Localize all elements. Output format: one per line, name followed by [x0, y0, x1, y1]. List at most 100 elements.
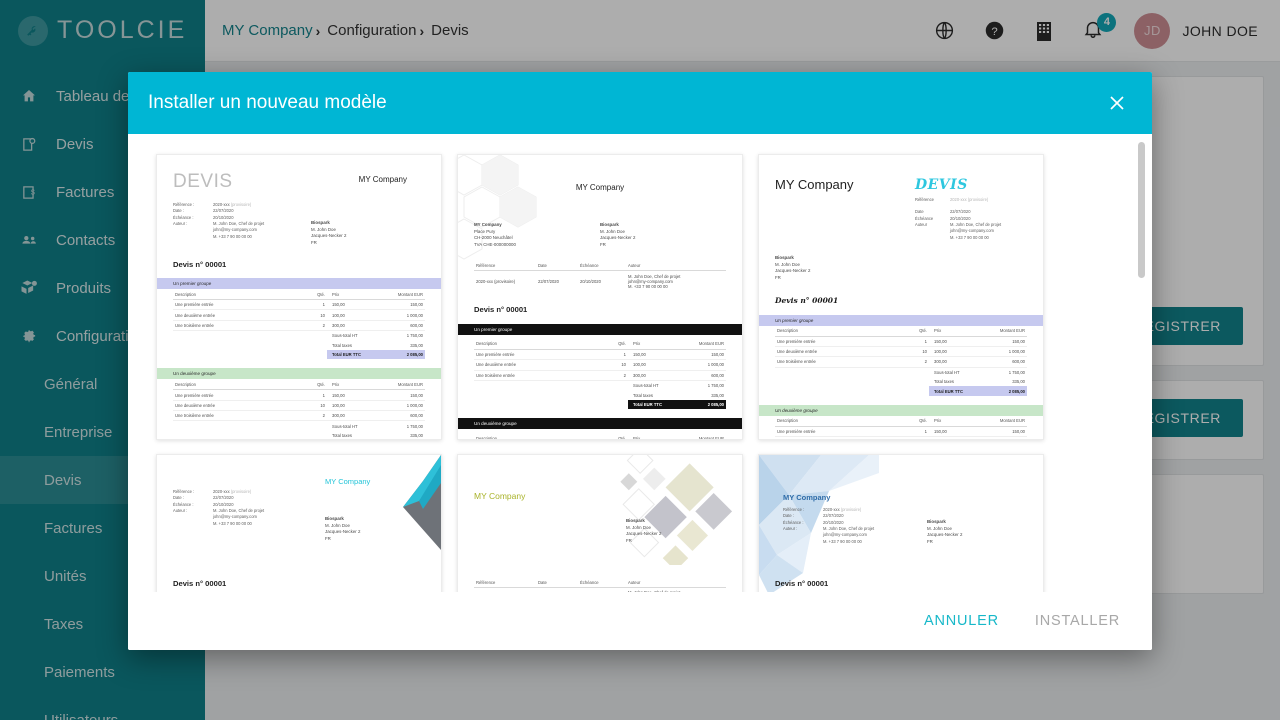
devis-number: Devis n° 00001 — [173, 260, 227, 270]
modal-header: Installer un nouveau modèle — [128, 72, 1152, 134]
modal-scrollbar[interactable] — [1138, 142, 1145, 592]
template-card-teal-corner[interactable]: Référence : Date : Échéance : Auteur : 2… — [156, 454, 442, 592]
modal-scrollbar-thumb[interactable] — [1138, 142, 1145, 278]
client-street: Jacques-Necker 2 — [775, 268, 811, 274]
col-date: Date — [536, 577, 578, 588]
meta-provisional: (provisoire) — [840, 507, 862, 512]
cell-desc: Une troisième entrée — [474, 370, 606, 381]
cell-desc: Une première entrée — [173, 389, 305, 401]
col-amount: Montant EUR — [373, 379, 425, 391]
meta-label: Auteur : — [783, 526, 798, 532]
cell-qty: 1 — [907, 426, 929, 438]
client-name: Biospark — [600, 222, 619, 227]
client-country: FR — [927, 538, 933, 544]
template-preview: DEVIS MY Company Référence : Date : Éché… — [157, 155, 441, 439]
cancel-button[interactable]: ANNULER — [924, 613, 999, 629]
template-preview: MY Company Biospark M. John Doe Jacques-… — [458, 455, 742, 592]
cell-qty: 1 — [305, 389, 327, 401]
grand-total-value: 2 085,00 — [975, 386, 1027, 396]
template-card-blue[interactable]: MY Company Référence : Date : Échéance :… — [758, 454, 1044, 592]
client-name: Biospark — [775, 255, 794, 261]
template-card-script[interactable]: MY Company DEVIS Référence Date Échéance… — [758, 154, 1044, 440]
cell-amount: 1 000,00 — [373, 309, 425, 321]
col-description: Description — [173, 289, 305, 301]
table-row: Une troisième entrée 2 300,00 600,00 — [775, 356, 1027, 368]
cell-amount: 150,00 — [373, 389, 425, 401]
col-reference: Référence — [474, 577, 536, 588]
table-row: Une deuxième entrée10100,001 000,00 — [474, 359, 726, 371]
total-label: Sous-total HT — [934, 369, 960, 375]
group-header: Un deuxième groupe — [157, 368, 441, 380]
cell-qty: 2 — [305, 410, 327, 422]
col-description: Description — [775, 325, 907, 337]
cell-price: 150,00 — [929, 426, 975, 438]
cell-price: 300,00 — [929, 356, 975, 368]
client-name: Biospark — [325, 516, 344, 521]
devis-heading: DEVIS — [173, 171, 233, 192]
install-template-modal: Installer un nouveau modèle DEVIS MY Com… — [128, 72, 1152, 650]
cell-echeance: 20/10/2020 — [580, 278, 601, 284]
template-card-classic[interactable]: DEVIS MY Company Référence : Date : Éché… — [156, 154, 442, 440]
template-preview: MY Company MY Company Place Pury CH-2000… — [458, 155, 742, 439]
total-label: Sous-total HT — [332, 423, 358, 429]
meta-label: Référence — [915, 197, 934, 202]
client-country: FR — [775, 274, 781, 280]
cell-amount: 150,00 — [975, 426, 1027, 438]
line-items-table: Description Qté. Prix Montant EUR Une pr… — [775, 325, 1027, 396]
cell-price: 100,00 — [327, 400, 373, 412]
table-row: Une première entrée 1 150,00 150,00 — [474, 349, 726, 361]
meta-value: 2020-xxx — [213, 489, 230, 494]
cell-price: 150,00 — [929, 336, 975, 347]
total-value: 1 750,00 — [1008, 369, 1025, 375]
cell-auteur: M. John Doe, Chef de projet john@my-comp… — [626, 271, 726, 291]
devis-heading: DEVIS — [915, 177, 968, 193]
cell-date: 22/07/2020 — [538, 278, 559, 284]
meta-phone: M. +33 7 90 00 00 00 — [823, 538, 862, 544]
group-header: Un deuxième groupe — [458, 418, 742, 430]
client-contact: M. John Doe — [626, 524, 651, 530]
modal-title: Installer un nouveau modèle — [148, 92, 387, 113]
cell-desc: Une deuxième entrée — [173, 309, 305, 321]
modal-body[interactable]: DEVIS MY Company Référence : Date : Éché… — [128, 134, 1152, 592]
install-button[interactable]: INSTALLER — [1035, 613, 1120, 629]
table-row: Une deuxième entrée10100,001 000,00 — [173, 309, 425, 321]
col-qty: Qté. — [907, 325, 929, 337]
total-row: Total taxes 335,00 — [775, 377, 1027, 386]
total-value: 335,00 — [410, 433, 423, 438]
cell-amount: 600,00 — [674, 370, 726, 381]
cell-qty: 10 — [606, 359, 628, 371]
template-card-olive[interactable]: MY Company Biospark M. John Doe Jacques-… — [457, 454, 743, 592]
close-icon[interactable] — [1104, 90, 1130, 116]
meta-phone: M. +33 7 90 00 00 00 — [950, 234, 989, 240]
table-row: Une troisième entrée 2 300,00 600,00 — [173, 410, 425, 422]
cell-qty: 1 — [606, 349, 628, 361]
line-items-table-2: Description Qté. Prix Montant EUR Une pr… — [775, 415, 1027, 439]
cell-amount: 150,00 — [674, 349, 726, 361]
total-label: Total taxes — [633, 392, 654, 398]
devis-number: Devis n° 00001 — [474, 304, 528, 314]
cell-desc: Une première entrée — [775, 426, 907, 438]
total-row: Total taxes 335,00 — [173, 431, 425, 439]
client-street: Jacques-Necker 2 — [325, 529, 361, 535]
client-contact: M. John Doe — [600, 228, 625, 234]
cell-qty: 10 — [907, 346, 929, 358]
cell-price: 150,00 — [628, 349, 674, 361]
total-row: Total taxes 335,00 — [173, 341, 425, 350]
client-name: Biospark — [626, 518, 645, 523]
auteur-phone: M. +33 7 90 00 00 00 — [628, 283, 668, 289]
cell-reference: 2020-xxx (provisoire) — [476, 278, 516, 284]
client-street: Jacques-Necker 2 — [626, 531, 662, 537]
client-street: Jacques-Necker 2 — [600, 235, 636, 241]
devis-number: Devis n° 00001 — [775, 579, 829, 589]
col-price: Prix — [628, 433, 674, 439]
app-root: TOOLCIE MY Company › Configuration › Dev… — [0, 0, 1280, 720]
total-value: 335,00 — [1012, 379, 1025, 385]
col-description: Description — [173, 379, 305, 391]
template-card-hexagon[interactable]: MY Company MY Company Place Pury CH-2000… — [457, 154, 743, 440]
col-reference: Référence — [474, 260, 536, 272]
cell-qty: 10 — [907, 436, 929, 439]
total-row: Sous-total HT 1 750,00 — [173, 421, 425, 431]
reference-table: Référence Date Échéance Auteur 2020-xxx … — [474, 577, 726, 592]
grand-total-row: Total EUR TTC 2 085,00 — [173, 349, 425, 360]
client-street: Jacques-Necker 2 — [311, 233, 347, 239]
